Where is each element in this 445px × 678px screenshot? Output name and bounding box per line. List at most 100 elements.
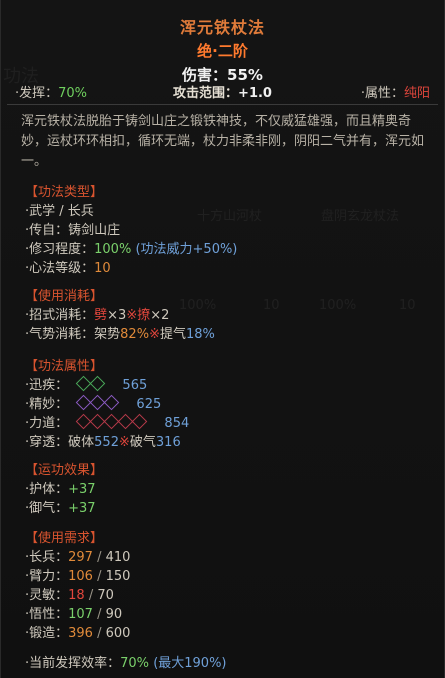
req-row: ·锻造：396 / 600 bbox=[25, 626, 131, 641]
type-row-weapon: ·武学 / 长兵 bbox=[25, 202, 424, 221]
qi-guard-value: +37 bbox=[68, 501, 96, 516]
attribute-value: 纯阳 bbox=[403, 86, 430, 101]
pierce-a: 破体 bbox=[68, 435, 95, 450]
move-a: 劈 bbox=[94, 308, 108, 323]
req-label: ·臂力： bbox=[25, 569, 69, 584]
req-section: 【使用需求】 ·长兵：297 / 410 ·臂力：106 / 150 ·灵敏：1… bbox=[25, 529, 424, 643]
req-max: 90 bbox=[105, 607, 123, 622]
attr-row-finesse: ·精妙： 625 bbox=[25, 394, 424, 414]
speed-label: ·迅疾： bbox=[25, 378, 69, 393]
req-current: 106 bbox=[68, 569, 93, 584]
req-label: ·锻造： bbox=[25, 626, 69, 641]
attr-row-pierce: ·穿透：破体552※破气316 bbox=[25, 433, 424, 452]
range-label: 攻击范围： bbox=[173, 86, 239, 101]
req-section-title: 【使用需求】 bbox=[25, 531, 104, 546]
speed-value: 565 bbox=[122, 378, 148, 393]
diamond-icon bbox=[132, 413, 148, 430]
req-current: 107 bbox=[68, 607, 93, 622]
mastery-value: 100% bbox=[94, 242, 132, 257]
attribute-label: ·属性： bbox=[360, 86, 404, 101]
level-value: 10 bbox=[94, 261, 111, 276]
origin-label: ·传自： bbox=[25, 223, 69, 238]
stat-line: ·发挥：70% 攻击范围：+1.0 ·属性：纯阳 bbox=[15, 82, 430, 101]
req-label: ·灵敏： bbox=[25, 588, 69, 603]
move-a-count: ×3 bbox=[107, 308, 127, 323]
type-row-origin: ·传自：铸剑山庄 bbox=[25, 221, 424, 240]
pierce-a-value: 552 bbox=[94, 435, 119, 450]
finesse-label: ·精妙： bbox=[25, 397, 69, 412]
cost-section-title: 【使用消耗】 bbox=[25, 289, 104, 304]
req-current: 396 bbox=[68, 626, 93, 641]
mastery-label: ·修习程度： bbox=[25, 242, 95, 257]
move-sep: ※ bbox=[126, 308, 138, 323]
finesse-value: 625 bbox=[136, 397, 162, 412]
type-weapon-label: ·武学 / 长兵 bbox=[25, 204, 94, 219]
effect-row-defense: ·护体：+37 bbox=[25, 480, 424, 499]
qi-b: 提气 bbox=[159, 327, 186, 342]
efficiency-label: ·当前发挥效率： bbox=[25, 656, 121, 671]
qi-cost-label: ·气势消耗： bbox=[25, 327, 95, 342]
efficiency-max: (最大190%) bbox=[153, 656, 227, 671]
req-current: 18 bbox=[68, 588, 85, 603]
req-max: 410 bbox=[105, 550, 131, 565]
skill-name: 浑元铁杖法 bbox=[179, 18, 265, 37]
strength-value: 854 bbox=[164, 416, 190, 431]
strength-diamonds bbox=[76, 413, 148, 433]
qi-a-value: 82% bbox=[120, 327, 150, 342]
effect-section: 【运功效果】 ·护体：+37 ·御气：+37 bbox=[25, 461, 424, 518]
mastery-extra: (功法威力+50%) bbox=[135, 242, 238, 257]
skill-tooltip-panel: 功法 十方山河杖 盘阴玄龙杖法 100% 10 100% 10 浑元铁杖法 绝·… bbox=[0, 0, 445, 678]
pierce-b-value: 316 bbox=[155, 435, 181, 450]
range-value: +1.0 bbox=[238, 86, 272, 101]
attr-row-speed: ·迅疾： 565 bbox=[25, 375, 424, 395]
req-current: 297 bbox=[68, 550, 93, 565]
req-row: ·灵敏：18 / 70 bbox=[25, 588, 114, 603]
pierce-sep: ※ bbox=[118, 435, 130, 450]
qi-a: 架势 bbox=[94, 327, 121, 342]
pierce-b: 破气 bbox=[129, 435, 156, 450]
strength-label: ·力道： bbox=[25, 416, 69, 431]
attr-section: 【功法属性】 ·迅疾： 565 ·精妙： 625 ·力道： 854 ·穿透：破体… bbox=[25, 357, 424, 452]
req-label: ·悟性： bbox=[25, 607, 69, 622]
qi-cost-row: ·气势消耗：架势82%※提气18% bbox=[25, 325, 424, 344]
effect-section-title: 【运功效果】 bbox=[25, 463, 104, 478]
req-row: ·悟性：107 / 90 bbox=[25, 607, 123, 622]
req-row: ·长兵：297 / 410 bbox=[25, 550, 131, 565]
skill-description: 浑元铁杖法脱胎于铸剑山庄之锻铁神技，不仅威猛雄强，而且精奥奇妙，运杖环环相扣，循… bbox=[21, 114, 425, 169]
effect-row-qi: ·御气：+37 bbox=[25, 499, 424, 518]
qi-sep: ※ bbox=[149, 327, 160, 342]
attr-section-title: 【功法属性】 bbox=[25, 359, 104, 374]
move-b: 撩 bbox=[137, 308, 151, 323]
speed-diamonds bbox=[76, 375, 106, 395]
origin-value: 铸剑山庄 bbox=[68, 223, 121, 238]
move-b-count: ×2 bbox=[150, 308, 170, 323]
defense-value: +37 bbox=[68, 482, 96, 497]
type-row-level: ·心法等级：10 bbox=[25, 259, 424, 278]
efficiency-line: ·当前发挥效率：70% (最大190%) bbox=[25, 652, 227, 671]
move-cost-label: ·招式消耗： bbox=[25, 308, 95, 323]
req-max: 150 bbox=[105, 569, 131, 584]
qi-b-value: 18% bbox=[185, 327, 215, 342]
finesse-diamonds bbox=[76, 394, 120, 414]
req-max: 600 bbox=[105, 626, 131, 641]
skill-header: 浑元铁杖法 绝·二阶 伤害：55% bbox=[1, 14, 444, 85]
type-row-mastery: ·修习程度：100% (功法威力+50%) bbox=[25, 240, 424, 259]
req-row: ·臂力：106 / 150 bbox=[25, 569, 131, 584]
defense-label: ·护体： bbox=[25, 482, 69, 497]
qi-guard-label: ·御气： bbox=[25, 501, 69, 516]
skill-grade: 绝·二阶 bbox=[197, 42, 248, 60]
attribute-stat: ·属性：纯阳 bbox=[361, 82, 430, 101]
type-section-title: 【功法类型】 bbox=[25, 185, 104, 200]
pierce-label: ·穿透： bbox=[25, 435, 69, 450]
type-section: 【功法类型】 ·武学 / 长兵 ·传自：铸剑山庄 ·修习程度：100% (功法威… bbox=[25, 183, 424, 278]
efficiency-value: 70% bbox=[120, 656, 150, 671]
header-divider bbox=[7, 104, 438, 105]
level-label: ·心法等级： bbox=[25, 261, 95, 276]
attr-row-strength: ·力道： 854 bbox=[25, 413, 424, 433]
req-max: 70 bbox=[97, 588, 114, 603]
cost-section: 【使用消耗】 ·招式消耗：劈×3※撩×2 ·气势消耗：架势82%※提气18% bbox=[25, 287, 424, 344]
move-cost-row: ·招式消耗：劈×3※撩×2 bbox=[25, 306, 424, 325]
diamond-icon bbox=[90, 375, 106, 392]
req-label: ·长兵： bbox=[25, 550, 69, 565]
diamond-icon bbox=[104, 394, 120, 411]
